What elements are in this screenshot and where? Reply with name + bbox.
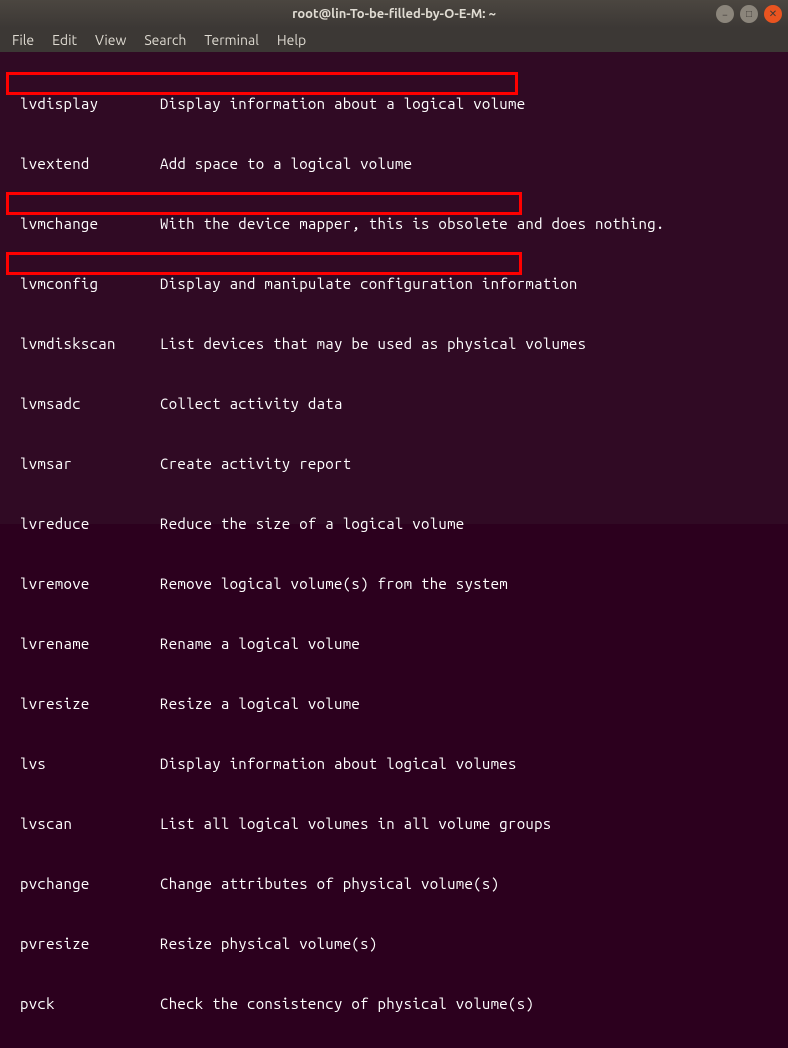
command-name: lvextend	[6, 154, 160, 174]
output-row: pvchangeChange attributes of physical vo…	[6, 874, 782, 894]
menu-terminal[interactable]: Terminal	[196, 30, 267, 50]
output-row: lvmconfigDisplay and manipulate configur…	[6, 274, 782, 294]
output-row: lvrenameRename a logical volume	[6, 634, 782, 654]
command-desc: List all logical volumes in all volume g…	[160, 814, 552, 834]
command-desc: With the device mapper, this is obsolete…	[160, 214, 665, 234]
command-name: pvresize	[6, 934, 160, 954]
output-row: lvscanList all logical volumes in all vo…	[6, 814, 782, 834]
command-name: lvreduce	[6, 514, 160, 534]
command-name: lvremove	[6, 574, 160, 594]
command-desc: Change attributes of physical volume(s)	[160, 874, 499, 894]
command-desc: Display information about a logical volu…	[160, 94, 525, 114]
minimize-button[interactable]: −	[716, 5, 734, 23]
command-name: lvs	[6, 754, 160, 774]
menu-edit[interactable]: Edit	[44, 30, 85, 50]
output-row: lvreduceReduce the size of a logical vol…	[6, 514, 782, 534]
command-name: lvresize	[6, 694, 160, 714]
output-row: lvextendAdd space to a logical volume	[6, 154, 782, 174]
menu-help[interactable]: Help	[269, 30, 314, 50]
command-desc: Create activity report	[160, 454, 351, 474]
command-desc: Rename a logical volume	[160, 634, 360, 654]
command-name: lvscan	[6, 814, 160, 834]
command-name: pvchange	[6, 874, 160, 894]
output-row: lvresizeResize a logical volume	[6, 694, 782, 714]
command-desc: Display information about logical volume…	[160, 754, 517, 774]
command-desc: List devices that may be used as physica…	[160, 334, 586, 354]
close-button[interactable]: ✕	[764, 5, 782, 23]
command-name: lvrename	[6, 634, 160, 654]
menubar: File Edit View Search Terminal Help	[0, 28, 788, 52]
menu-file[interactable]: File	[4, 30, 42, 50]
command-name: lvmdiskscan	[6, 334, 160, 354]
output-row: pvckCheck the consistency of physical vo…	[6, 994, 782, 1014]
highlight-lvresize	[6, 252, 522, 275]
output-row: lvmchangeWith the device mapper, this is…	[6, 214, 782, 234]
command-name: lvmsadc	[6, 394, 160, 414]
output-row: lvremoveRemove logical volume(s) from th…	[6, 574, 782, 594]
command-name: lvmchange	[6, 214, 160, 234]
maximize-button[interactable]: □	[740, 5, 758, 23]
highlight-lvreduce	[6, 192, 522, 215]
window-title: root@lin-To-be-filled-by-O-E-M: ~	[292, 7, 496, 21]
command-desc: Collect activity data	[160, 394, 343, 414]
terminal-output[interactable]: lvdisplayDisplay information about a log…	[0, 52, 788, 524]
output-row: lvmsarCreate activity report	[6, 454, 782, 474]
command-desc: Remove logical volume(s) from the system	[160, 574, 508, 594]
output-row: lvdisplayDisplay information about a log…	[6, 94, 782, 114]
command-desc: Resize physical volume(s)	[160, 934, 378, 954]
output-row: lvmsadcCollect activity data	[6, 394, 782, 414]
command-desc: Display and manipulate configuration inf…	[160, 274, 578, 294]
command-name: pvck	[6, 994, 160, 1014]
window-controls: − □ ✕	[716, 5, 782, 23]
command-desc: Reduce the size of a logical volume	[160, 514, 465, 534]
output-row: lvmdiskscanList devices that may be used…	[6, 334, 782, 354]
menu-view[interactable]: View	[87, 30, 134, 50]
command-desc: Add space to a logical volume	[160, 154, 412, 174]
menu-search[interactable]: Search	[136, 30, 194, 50]
command-name: lvmsar	[6, 454, 160, 474]
output-row: pvresizeResize physical volume(s)	[6, 934, 782, 954]
command-name: lvdisplay	[6, 94, 160, 114]
output-row: lvsDisplay information about logical vol…	[6, 754, 782, 774]
titlebar: root@lin-To-be-filled-by-O-E-M: ~ − □ ✕	[0, 0, 788, 28]
highlight-lvextend	[6, 72, 518, 95]
command-name: lvmconfig	[6, 274, 160, 294]
command-desc: Check the consistency of physical volume…	[160, 994, 534, 1014]
command-desc: Resize a logical volume	[160, 694, 360, 714]
